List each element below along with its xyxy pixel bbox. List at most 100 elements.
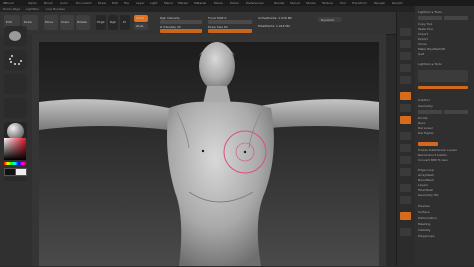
m-label: M [123, 20, 126, 24]
move-view-button[interactable] [400, 144, 411, 152]
menu-item[interactable]: Layer [136, 1, 144, 5]
rotate-view-button[interactable] [400, 168, 411, 176]
draw-size-slider[interactable] [208, 29, 252, 33]
local-button[interactable] [400, 116, 411, 124]
tray-row[interactable]: FiberMesh [418, 188, 468, 192]
tray-row[interactable]: Deformation [418, 216, 468, 220]
tray-row[interactable]: Clone [418, 42, 468, 46]
menu-item[interactable]: Alpha [28, 1, 37, 5]
left-tray [0, 26, 33, 266]
persp-button[interactable] [400, 92, 411, 100]
tray-row[interactable]: Paste Tool [418, 27, 468, 31]
tray-row[interactable]: Make PolyMesh3D [418, 47, 468, 51]
brush-icon[interactable] [4, 26, 27, 46]
tray-row[interactable]: Export [418, 37, 468, 41]
zoom-button[interactable] [400, 64, 411, 72]
menu-item[interactable]: Transform [352, 1, 367, 5]
scale-view-button[interactable] [400, 156, 411, 164]
lightbox-button[interactable]: LightBox [26, 7, 39, 11]
tray-row[interactable]: Reconstruct Subdiv [418, 153, 468, 157]
menu-item[interactable]: Texture [322, 1, 333, 5]
tray-row[interactable]: Masking [418, 222, 468, 226]
solo-button[interactable] [400, 212, 411, 220]
floor-button[interactable] [400, 104, 411, 112]
texture-icon[interactable] [4, 98, 27, 118]
load-tool-button[interactable] [418, 16, 442, 20]
actual-button[interactable] [400, 76, 411, 84]
menu-item[interactable]: Edit [112, 1, 118, 5]
menu-item[interactable]: Stroke [306, 1, 316, 5]
xpose-button[interactable] [400, 228, 411, 236]
menu-item[interactable]: Material [194, 1, 206, 5]
bpr-button[interactable] [400, 28, 411, 36]
color-switch[interactable] [4, 177, 26, 181]
spix-button[interactable] [400, 40, 411, 48]
active-subdiv-button[interactable] [418, 142, 438, 146]
focal-shift-slider[interactable] [208, 20, 252, 24]
menu-item[interactable]: Zscript [392, 1, 402, 5]
menu-item[interactable]: Preferences [246, 1, 264, 5]
menu-item[interactable]: Picker [230, 1, 239, 5]
transp-button[interactable] [400, 196, 411, 204]
stroke-icon[interactable] [4, 50, 27, 70]
menu-item[interactable]: Macro [164, 1, 173, 5]
tray-row[interactable]: Divide [418, 116, 468, 120]
menu-item[interactable]: Zplugin [374, 1, 385, 5]
live-boolean-button[interactable]: Live Boolean [46, 7, 65, 11]
menu-item[interactable]: Light [150, 1, 158, 5]
tray-row[interactable]: GoZ [418, 52, 468, 56]
tray-row[interactable]: Reuv [418, 121, 468, 125]
save-as-button[interactable] [444, 16, 468, 20]
selected-tool-bar[interactable] [418, 86, 468, 89]
tray-row[interactable]: NanoMesh [418, 178, 468, 182]
tray-row[interactable]: Visibility [418, 228, 468, 232]
tray-row[interactable]: Polygroups [418, 234, 468, 238]
z-intensity-slider[interactable] [160, 29, 202, 33]
tray-row[interactable]: Import [418, 32, 468, 36]
tray-row[interactable]: Del Lower [418, 126, 468, 130]
tray-row[interactable]: Lightbox ▸ Tools [418, 10, 468, 14]
menu-item[interactable]: Tool [340, 1, 346, 5]
tray-row[interactable]: ArrayMesh [418, 173, 468, 177]
menu-item[interactable]: Movie [214, 1, 223, 5]
tray-row[interactable]: Copy Tool [418, 22, 468, 26]
tray-row[interactable]: Geometry [418, 104, 468, 108]
symmetry-dot [201, 149, 205, 153]
alpha-icon[interactable] [4, 74, 27, 94]
scroll-button[interactable] [400, 52, 411, 60]
menu-item[interactable]: Marker [178, 1, 188, 5]
menu-item[interactable]: Stencil [290, 1, 300, 5]
menu-item[interactable]: Color [60, 1, 68, 5]
color-picker[interactable] [4, 138, 26, 160]
document-canvas[interactable] [39, 42, 379, 266]
tray-row[interactable]: Preview [418, 204, 468, 208]
menu-item[interactable]: Draw [98, 1, 106, 5]
frame-button[interactable] [400, 132, 411, 140]
tray-row[interactable]: Edge Loop [418, 168, 468, 172]
menu-item[interactable]: File [124, 1, 129, 5]
menu-item[interactable]: Render [274, 1, 285, 5]
rgb-intensity-slider[interactable] [160, 20, 202, 24]
scale-label: Scale [61, 20, 70, 24]
higher-res-button[interactable] [444, 110, 468, 114]
right-tray: Lightbox ▸ Tools Copy Tool Paste Tool Im… [415, 6, 474, 266]
tray-row[interactable]: Layers [418, 183, 468, 187]
lower-res-button[interactable] [418, 110, 442, 114]
home-page-button[interactable]: Home Page [3, 7, 20, 11]
menu-item[interactable]: Brush [44, 1, 53, 5]
polyf-button[interactable] [400, 184, 411, 192]
hue-strip[interactable] [4, 162, 26, 165]
menu-item[interactable]: Document [76, 1, 92, 5]
active-points-label: ActivePoints: 1.016 Mil [258, 16, 293, 20]
tray-row[interactable]: Convert BPR To Geo [418, 158, 468, 162]
tray-row[interactable]: Del Higher [418, 131, 468, 135]
tray-row[interactable]: SubTool [418, 98, 468, 102]
tool-thumbnails[interactable] [418, 70, 468, 82]
tray-row[interactable]: Geometry HD [418, 193, 468, 197]
tray-row[interactable]: Surface [418, 210, 468, 214]
secondary-color-swatch[interactable] [15, 168, 27, 176]
menu-item[interactable]: ZBrush [3, 1, 14, 5]
tray-row[interactable]: Freeze SubDivision Levels [418, 148, 468, 152]
tray-row[interactable]: Lightbox ▸ Tools [418, 62, 468, 66]
zsub-label: Zsub [136, 24, 144, 28]
